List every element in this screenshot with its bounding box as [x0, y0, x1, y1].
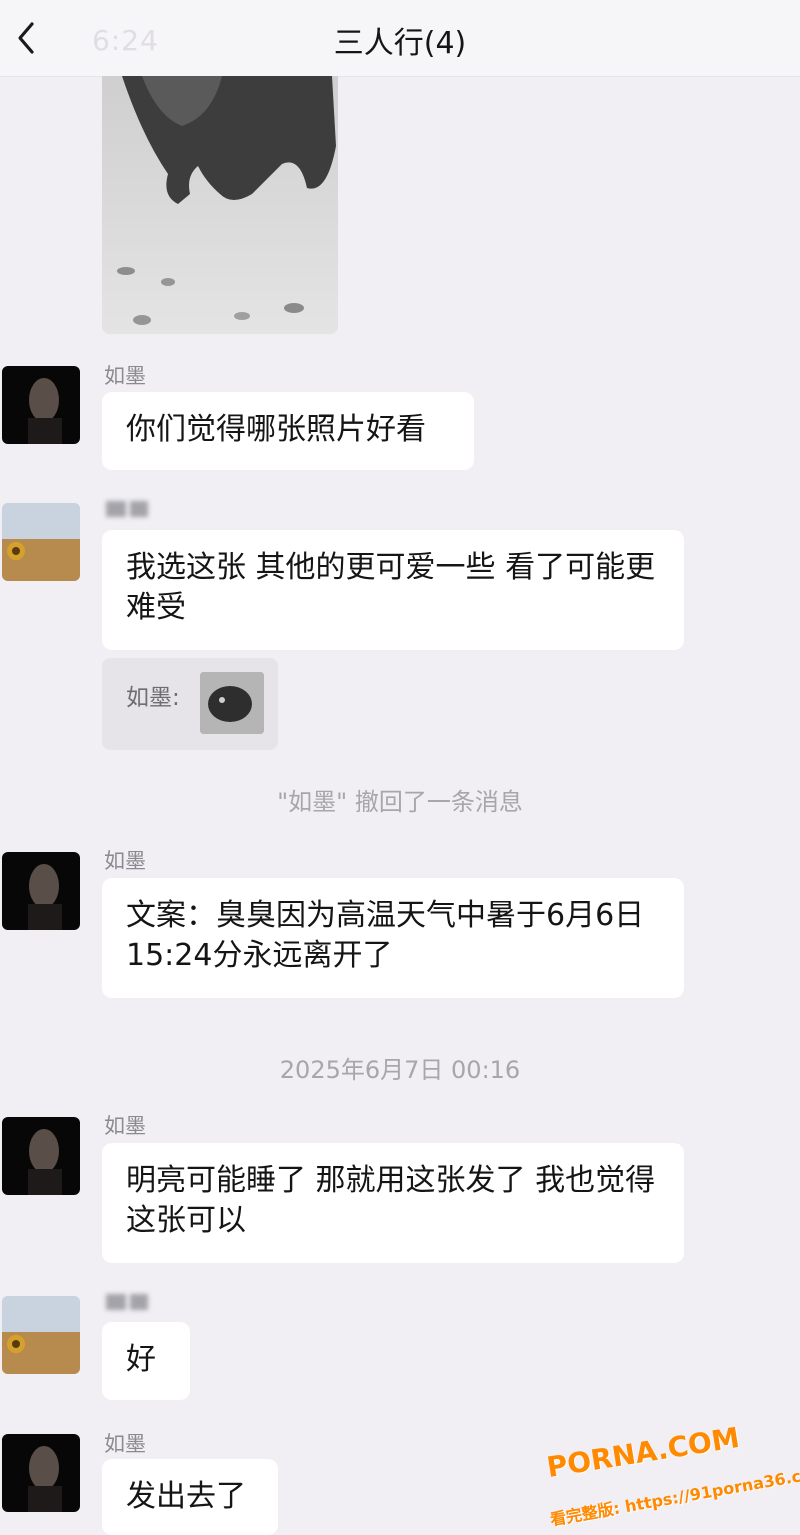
quote-sender: 如墨:: [126, 685, 180, 711]
message-bubble[interactable]: 明亮可能睡了 那就用这张发了 我也觉得这张可以: [102, 1143, 684, 1263]
message-bubble[interactable]: 好: [102, 1322, 190, 1400]
chat-header: 6:24 三人行(4): [0, 0, 800, 77]
message-bubble[interactable]: 你们觉得哪张照片好看: [102, 392, 474, 470]
sender-name: 如墨: [104, 849, 146, 873]
avatar[interactable]: [2, 1117, 80, 1195]
avatar[interactable]: [2, 1296, 80, 1374]
message-bubble[interactable]: 发出去了: [102, 1459, 278, 1535]
timestamp: 2025年6月7日 00:16: [279, 1056, 521, 1084]
sender-name-blurred: [104, 497, 152, 526]
avatar[interactable]: [2, 852, 80, 930]
avatar[interactable]: [2, 366, 80, 444]
recall-notice: "如墨" 撤回了一条消息: [277, 788, 523, 816]
avatar[interactable]: [2, 503, 80, 581]
blurred-name-icon: [106, 1294, 148, 1310]
sender-name: 如墨: [104, 364, 146, 388]
sender-name-blurred: [104, 1290, 152, 1319]
shared-photo[interactable]: [102, 76, 338, 334]
chat-title: 三人行(4): [333, 26, 467, 61]
avatar[interactable]: [2, 1434, 80, 1512]
sender-name: 如墨: [104, 1432, 146, 1456]
message-bubble[interactable]: 我选这张 其他的更可爱一些 看了可能更难受: [102, 530, 684, 650]
message-bubble[interactable]: 文案：臭臭因为高温天气中暑于6月6日15:24分永远离开了: [102, 878, 684, 998]
quoted-message[interactable]: 如墨:: [102, 658, 278, 750]
quote-thumbnail: [200, 672, 264, 734]
sender-name: 如墨: [104, 1114, 146, 1138]
watermark: PORNA.COM 看完整版: https://91porna36.com: [544, 1421, 800, 1530]
watermark-brand: PORNA.COM: [544, 1421, 742, 1484]
blurred-name-icon: [106, 501, 148, 517]
